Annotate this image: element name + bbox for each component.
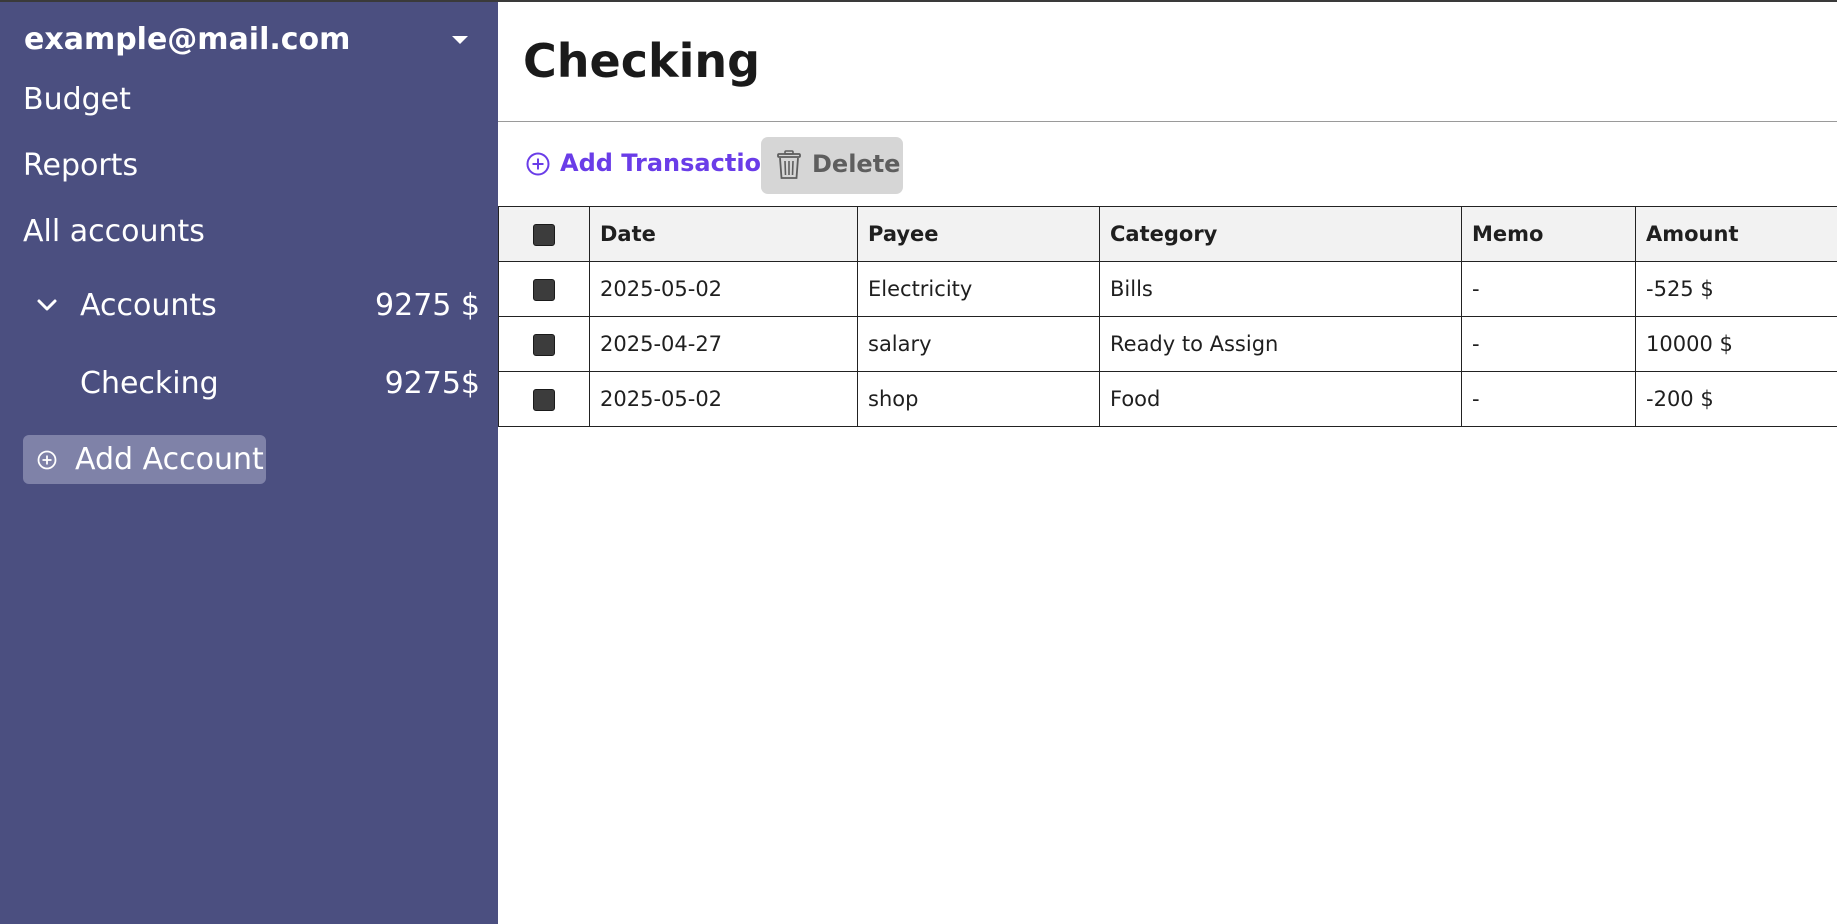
table-row[interactable]: 2025-04-27 salary Ready to Assign - 1000…	[498, 316, 1837, 372]
delete-button[interactable]: Delete	[761, 137, 903, 194]
cell-payee[interactable]: salary	[857, 316, 1100, 372]
plus-circle-icon	[37, 450, 57, 470]
account-item-checking[interactable]: Checking 9275$	[80, 364, 480, 408]
accounts-group[interactable]: Accounts 9275 $	[36, 286, 480, 332]
cell-date[interactable]: 2025-05-02	[589, 261, 858, 317]
cell-date[interactable]: 2025-04-27	[589, 316, 858, 372]
accounts-group-total: 9275 $	[375, 288, 480, 323]
trash-icon	[777, 150, 801, 179]
row-checkbox[interactable]	[533, 279, 555, 301]
cell-payee[interactable]: shop	[857, 371, 1100, 427]
nav-all-accounts[interactable]: All accounts	[23, 214, 205, 249]
select-all-checkbox[interactable]	[533, 224, 555, 246]
row-select-cell	[498, 261, 590, 317]
user-email: example@mail.com	[24, 22, 351, 57]
cell-amount[interactable]: -525 $	[1635, 261, 1837, 317]
column-header-date[interactable]: Date	[589, 206, 858, 262]
top-border	[0, 0, 1837, 2]
divider	[498, 121, 1837, 122]
user-menu[interactable]: example@mail.com	[24, 20, 474, 60]
column-header-amount[interactable]: Amount	[1635, 206, 1837, 262]
add-transaction-label: Add Transaction	[560, 149, 779, 177]
sidebar: example@mail.com Budget Reports All acco…	[0, 0, 498, 924]
table-row[interactable]: 2025-05-02 shop Food - -200 $	[498, 371, 1837, 427]
page-title: Checking	[523, 34, 761, 88]
add-account-label: Add Account	[75, 442, 264, 477]
cell-date[interactable]: 2025-05-02	[589, 371, 858, 427]
cell-category[interactable]: Ready to Assign	[1099, 316, 1462, 372]
row-checkbox[interactable]	[533, 389, 555, 411]
column-header-payee[interactable]: Payee	[857, 206, 1100, 262]
column-header-memo[interactable]: Memo	[1461, 206, 1636, 262]
cell-memo[interactable]: -	[1461, 316, 1636, 372]
select-all-cell	[498, 206, 590, 262]
transactions-table: Date Payee Category Memo Amount 2025-05-…	[498, 206, 1837, 427]
account-name: Checking	[80, 366, 219, 401]
cell-payee[interactable]: Electricity	[857, 261, 1100, 317]
cell-memo[interactable]: -	[1461, 261, 1636, 317]
row-select-cell	[498, 371, 590, 427]
nav-reports[interactable]: Reports	[23, 148, 138, 183]
row-select-cell	[498, 316, 590, 372]
cell-category[interactable]: Bills	[1099, 261, 1462, 317]
cell-memo[interactable]: -	[1461, 371, 1636, 427]
plus-circle-icon	[526, 152, 550, 176]
nav-budget[interactable]: Budget	[23, 82, 131, 117]
chevron-down-icon[interactable]	[36, 294, 57, 314]
row-checkbox[interactable]	[533, 334, 555, 356]
accounts-group-label: Accounts	[80, 288, 217, 323]
column-header-category[interactable]: Category	[1099, 206, 1462, 262]
table-header-row: Date Payee Category Memo Amount	[498, 206, 1837, 262]
delete-label: Delete	[812, 150, 901, 178]
account-balance: 9275$	[384, 366, 480, 401]
cell-category[interactable]: Food	[1099, 371, 1462, 427]
table-row[interactable]: 2025-05-02 Electricity Bills - -525 $	[498, 261, 1837, 317]
cell-amount[interactable]: 10000 $	[1635, 316, 1837, 372]
add-account-button[interactable]: Add Account	[23, 435, 266, 484]
caret-down-icon[interactable]	[452, 36, 468, 44]
cell-amount[interactable]: -200 $	[1635, 371, 1837, 427]
